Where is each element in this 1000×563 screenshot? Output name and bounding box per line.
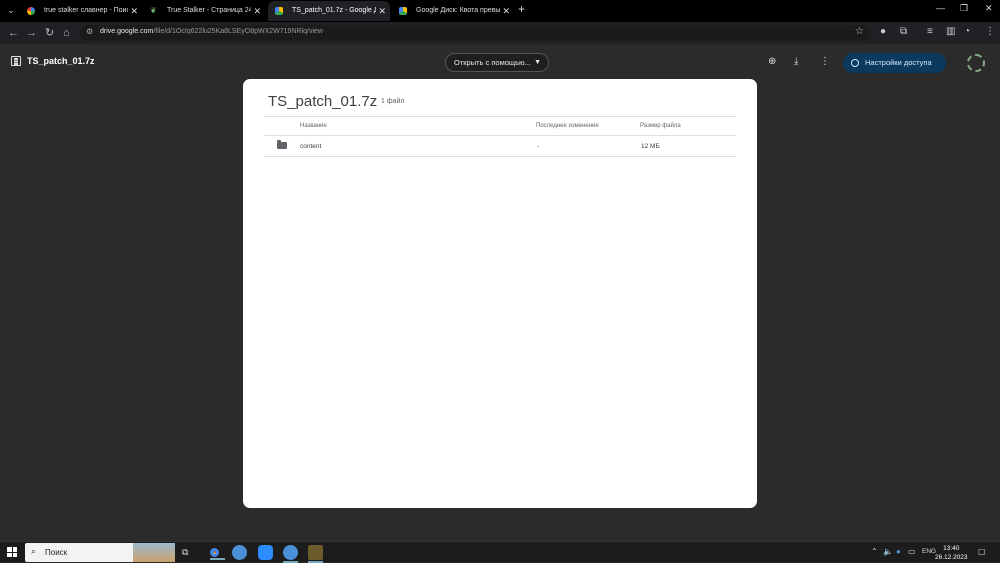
tray-chevron-icon[interactable]: ⌃	[871, 547, 878, 556]
browser-menu-icon[interactable]: ⋮	[985, 26, 995, 37]
browser-tab-bar: ⌄ true stalker славнер - Поиск в ✕ ❦ Tru…	[0, 0, 1000, 22]
language-indicator[interactable]: ENG	[922, 548, 936, 555]
media-controls-icon[interactable]: ≡	[927, 26, 933, 37]
close-tab-icon[interactable]: ✕	[253, 1, 261, 21]
back-arrow-icon[interactable]: ←	[8, 26, 19, 40]
tab-google-search[interactable]: true stalker славнер - Поиск в ✕	[20, 1, 142, 21]
archive-contents-panel: TS_patch_01.7z 1 файл Название Последнее…	[243, 79, 757, 508]
windows-taskbar: ⌕ Поиск ⧉ ⌃ 🔈 ● ▭ ENG 13:40 26.12.2023 ▢	[0, 541, 1000, 563]
extensions-puzzle-icon[interactable]: ⧉	[900, 26, 907, 37]
home-icon[interactable]: ⌂	[63, 26, 70, 40]
bookmark-star-icon[interactable]: ☆	[855, 26, 864, 37]
file-count: 1 файл	[381, 98, 405, 105]
notification-icon[interactable]: ▢	[978, 547, 986, 556]
table-header: Название Последнее изменение Размер файл…	[264, 116, 736, 136]
new-tab-plus-icon[interactable]: +	[518, 2, 525, 16]
column-size-header: Размер файла	[640, 123, 681, 129]
app-taskbar-icon[interactable]	[232, 545, 247, 560]
google-drive-icon	[399, 7, 407, 15]
folder-icon	[277, 140, 287, 149]
archive-file-icon	[11, 56, 21, 66]
row-modified: -	[537, 143, 540, 150]
google-drive-icon	[275, 7, 283, 15]
more-actions-icon[interactable]: ⋮	[820, 56, 830, 67]
forward-arrow-icon[interactable]: →	[26, 26, 37, 40]
file-title: TS_patch_01.7z	[27, 56, 95, 66]
column-name-header: Название	[300, 123, 327, 129]
chrome-taskbar-icon[interactable]	[207, 545, 225, 560]
archive-file-table: Название Последнее изменение Размер файл…	[264, 116, 736, 157]
share-settings-button[interactable]: Настройки доступа	[843, 53, 946, 73]
add-to-drive-icon[interactable]: ⊕	[768, 56, 776, 67]
row-size: 12 МБ	[641, 143, 660, 150]
browser-toolbar: ← → ↻ ⌂ ⚙ drive.google.com/file/d/1OcIq6…	[0, 22, 1000, 44]
taskbar-search-input[interactable]: ⌕ Поиск	[25, 543, 175, 562]
open-with-button[interactable]: Открыть с помощью... ▼	[445, 53, 549, 72]
address-bar[interactable]: ⚙ drive.google.com/file/d/1OcIq622lu25Ka…	[80, 25, 870, 41]
panel-title: TS_patch_01.7z	[268, 93, 378, 110]
tab-true-stalker-forum[interactable]: ❦ True Stalker - Страница 243 - F ✕	[143, 1, 265, 21]
close-tab-icon[interactable]: ✕	[130, 1, 138, 21]
dropdown-caret-icon: ▼	[534, 59, 541, 66]
address-url: drive.google.com/file/d/1OcIq622lu25Ka8L…	[100, 28, 323, 35]
google-icon	[27, 7, 35, 15]
game-taskbar-icon[interactable]	[308, 545, 323, 563]
network-icon[interactable]: ▭	[908, 547, 916, 556]
extension-circle-icon[interactable]: ●	[880, 26, 886, 37]
side-panel-icon[interactable]: ▥	[946, 26, 955, 37]
tray-app-icon[interactable]: ●	[896, 547, 901, 556]
row-name: content	[300, 143, 322, 150]
close-window-icon[interactable]: ✕	[985, 3, 993, 14]
table-row[interactable]: content - 12 МБ	[264, 136, 736, 157]
site-info-icon[interactable]: ⚙	[86, 27, 93, 36]
tab-google-drive-quota[interactable]: Google Диск: Квота превышена ✕	[392, 1, 514, 21]
download-icon[interactable]: ⤓	[794, 56, 798, 67]
close-tab-icon[interactable]: ✕	[378, 1, 386, 21]
column-modified-header: Последнее изменение	[536, 123, 599, 129]
restore-icon[interactable]: ❐	[960, 3, 968, 14]
globe-icon	[851, 59, 859, 67]
search-highlight-image	[133, 543, 175, 562]
search-icon: ⌕	[31, 546, 37, 556]
profile-icon[interactable]: ◔	[964, 26, 970, 37]
tab-search-chevron-icon[interactable]: ⌄	[4, 3, 18, 17]
minimize-icon[interactable]: —	[936, 3, 945, 13]
close-tab-icon[interactable]: ✕	[502, 1, 510, 21]
task-view-icon[interactable]: ⧉	[182, 547, 188, 558]
volume-icon[interactable]: 🔈	[883, 547, 893, 556]
account-avatar[interactable]	[967, 54, 985, 72]
app-taskbar-icon-2[interactable]	[283, 545, 298, 563]
reload-icon[interactable]: ↻	[45, 26, 54, 40]
windows-start-icon[interactable]	[7, 547, 17, 557]
site-icon: ❦	[150, 6, 157, 15]
zoom-taskbar-icon[interactable]	[258, 545, 273, 560]
tab-google-drive-file[interactable]: TS_patch_01.7z - Google Диск ✕	[268, 1, 390, 21]
drive-viewer-header: TS_patch_01.7z Открыть с помощью... ▼ ⊕ …	[0, 44, 1000, 80]
taskbar-clock[interactable]: 13:40 26.12.2023	[935, 544, 968, 562]
